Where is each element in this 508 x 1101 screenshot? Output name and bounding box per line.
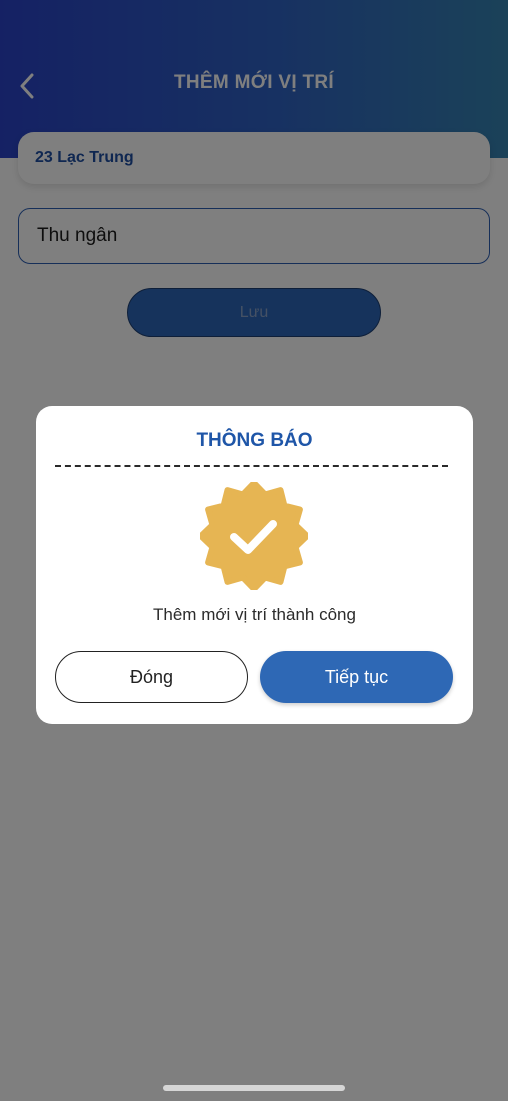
continue-button[interactable]: Tiếp tục (260, 651, 453, 703)
verified-badge-icon (200, 482, 308, 590)
notification-dialog: THÔNG BÁO Thêm mới vị trí thành công Đón… (36, 406, 473, 724)
close-button[interactable]: Đóng (55, 651, 248, 703)
badge-star-shape (200, 482, 308, 590)
dialog-title: THÔNG BÁO (196, 430, 313, 451)
dialog-divider (55, 465, 448, 467)
dialog-message: Thêm mới vị trí thành công (153, 605, 356, 624)
home-indicator[interactable] (163, 1085, 345, 1091)
